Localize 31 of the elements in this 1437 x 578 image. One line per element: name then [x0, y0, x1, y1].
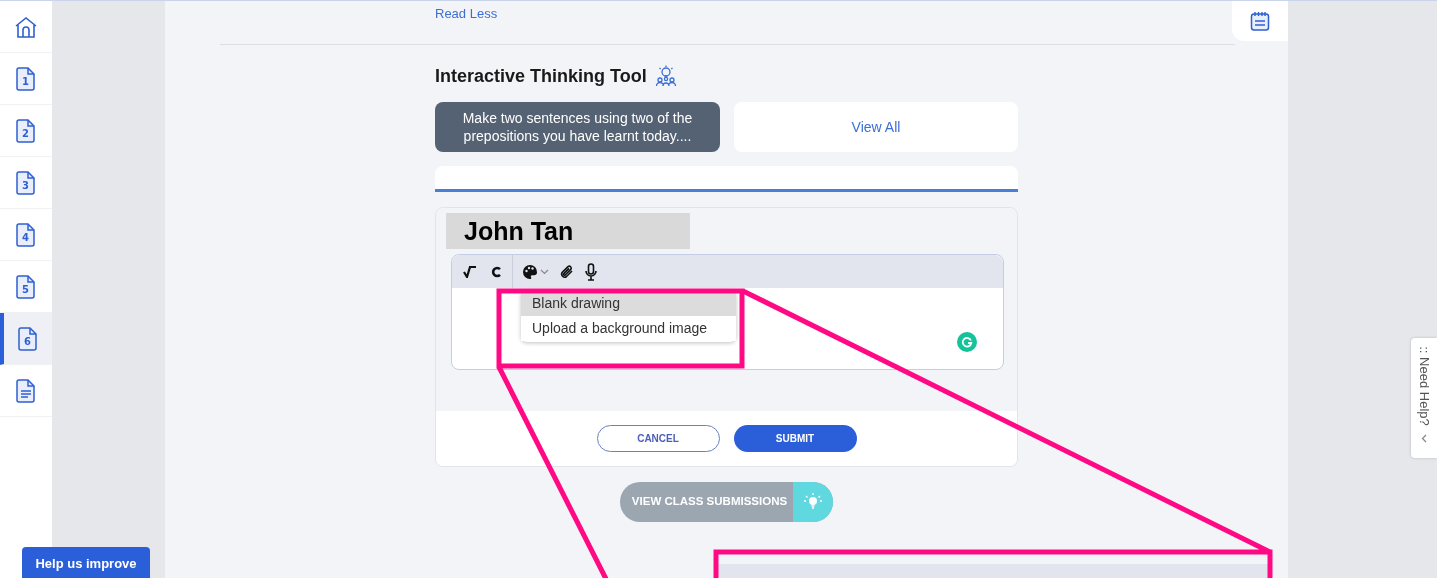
- c-shape-icon[interactable]: [491, 265, 501, 278]
- student-name: John Tan: [446, 213, 690, 249]
- notes-tab[interactable]: [1232, 1, 1288, 41]
- microphone-icon[interactable]: [585, 262, 597, 281]
- tool-title: Interactive Thinking Tool: [435, 64, 647, 88]
- paperclip-icon[interactable]: [559, 263, 575, 280]
- document-icon: 1: [16, 66, 36, 91]
- need-help-tab[interactable]: :: Need Help?: [1411, 338, 1437, 458]
- lightbulb-people-icon: [654, 65, 677, 87]
- document-icon: 6: [18, 326, 38, 351]
- lightbulb-icon: [803, 492, 823, 512]
- prompt-card: Make two sentences using two of the prepositions you have learnt today....: [435, 102, 720, 152]
- help-improve-button[interactable]: Help us improve: [22, 547, 150, 578]
- home-icon: [14, 15, 38, 38]
- document-icon: 2: [16, 118, 36, 143]
- notes-icon: [16, 378, 36, 403]
- chevron-down-icon[interactable]: [540, 268, 549, 275]
- palette-icon[interactable]: [522, 263, 538, 280]
- document-icon: 5: [16, 274, 36, 299]
- read-less-link[interactable]: Read Less: [435, 6, 498, 21]
- document-icon: 4: [16, 222, 36, 247]
- cancel-button[interactable]: CANCEL: [596, 425, 720, 452]
- view-all-button[interactable]: View All: [734, 102, 1018, 152]
- submit-button[interactable]: SUBMIT: [733, 425, 857, 452]
- chevron-left-icon: [1421, 434, 1427, 443]
- sidebar-item[interactable]: 6: [0, 313, 52, 365]
- notepad-icon: [1250, 11, 1270, 31]
- text-editor[interactable]: Blank drawing Upload a background image: [451, 254, 1004, 370]
- document-icon: 3: [16, 170, 36, 195]
- radical-icon[interactable]: [463, 265, 477, 278]
- menu-item[interactable]: Upload a background image: [521, 316, 736, 341]
